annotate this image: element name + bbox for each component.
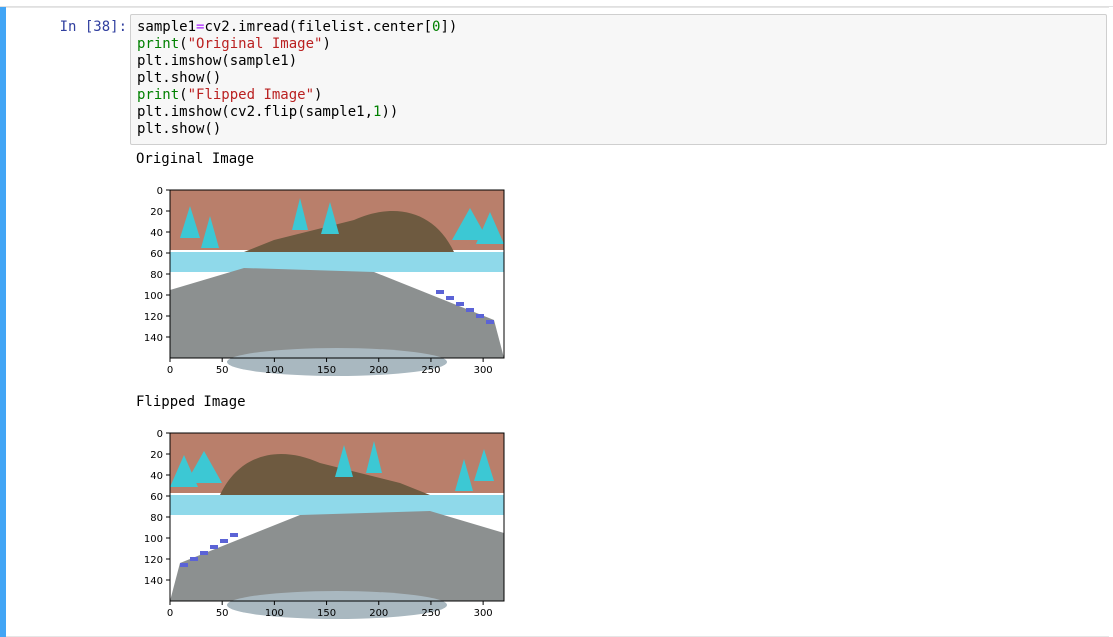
kerb-stripe [446, 296, 454, 300]
snow-band [170, 252, 504, 272]
code-token: ) [314, 87, 323, 103]
kerb-stripe [220, 539, 228, 543]
image-content [170, 190, 504, 376]
input-prompt: In [38]: [59, 19, 127, 35]
kerb-stripe [456, 302, 464, 306]
x-tick-label: 0 [167, 365, 173, 376]
code-line: plt.show() [137, 70, 457, 87]
code-line: plt.imshow(cv2.flip(sample1,1)) [137, 104, 457, 121]
x-tick-label: 0 [167, 608, 173, 619]
road-surface [170, 268, 504, 358]
code-token: ]) [440, 19, 458, 35]
x-tick-label: 200 [369, 365, 388, 376]
code-token: ( [179, 87, 188, 103]
x-tick-label: 100 [265, 608, 284, 619]
code-token: plt.show() [137, 121, 222, 137]
x-tick-label: 50 [216, 608, 229, 619]
x-tick-label: 250 [421, 365, 440, 376]
y-tick-label: 80 [150, 270, 163, 281]
code-block[interactable]: sample1=cv2.imread(filelist.center[0]) pr… [137, 19, 457, 138]
y-tick-label: 100 [144, 291, 163, 302]
y-tick-label: 60 [150, 492, 163, 503]
road-surface [170, 511, 504, 601]
code-token: print [137, 87, 180, 103]
code-token: print [137, 36, 180, 52]
code-token: ( [179, 36, 188, 52]
x-tick-label: 300 [474, 365, 493, 376]
code-line: sample1=cv2.imread(filelist.center[0]) [137, 19, 457, 36]
y-tick-label: 0 [157, 429, 163, 440]
y-tick-label: 60 [150, 249, 163, 260]
code-token: "Original Image" [187, 36, 323, 52]
kerb-stripe [180, 563, 188, 567]
y-tick-label: 80 [150, 513, 163, 524]
y-tick-label: 20 [150, 207, 163, 218]
y-tick-label: 100 [144, 534, 163, 545]
code-line: print("Flipped Image") [137, 87, 457, 104]
snow-band [170, 495, 504, 515]
kerb-stripe [436, 290, 444, 294]
code-line: print("Original Image") [137, 36, 457, 53]
code-token: cv2.imread(filelist.center[ [204, 19, 433, 35]
code-token: sample1 [137, 19, 197, 35]
car-hood [227, 348, 447, 376]
x-tick-label: 100 [265, 365, 284, 376]
car-hood [227, 591, 447, 619]
y-tick-label: 20 [150, 450, 163, 461]
y-tick-label: 140 [144, 576, 163, 587]
kerb-stripe [210, 545, 218, 549]
code-token: plt.imshow(sample1) [137, 53, 298, 69]
code-token: plt.imshow(cv2.flip(sample1, [137, 104, 374, 120]
code-line: plt.show() [137, 121, 457, 138]
code-token: )) [381, 104, 399, 120]
x-tick-label: 200 [369, 608, 388, 619]
x-tick-label: 150 [317, 608, 336, 619]
kerb-stripe [476, 314, 484, 318]
y-tick-label: 120 [144, 312, 163, 323]
kerb-stripe [200, 551, 208, 555]
kerb-stripe [190, 557, 198, 561]
image-content [170, 433, 504, 619]
x-tick-label: 300 [474, 608, 493, 619]
top-divider [0, 0, 1113, 7]
kerb-stripe [486, 320, 494, 324]
original-image-plot: 0 50 100 150 200 250 300 0 20 40 60 80 100 120 140 [144, 186, 505, 376]
y-tick-label: 120 [144, 555, 163, 566]
kerb-stripe [230, 533, 238, 537]
code-token: "Flipped Image" [187, 87, 315, 103]
y-tick-label: 140 [144, 333, 163, 344]
x-tick-label: 50 [216, 365, 229, 376]
x-tick-label: 250 [421, 608, 440, 619]
kerb-stripe [466, 308, 474, 312]
code-editor[interactable]: sample1=cv2.imread(filelist.center[0]) pr… [130, 14, 1107, 145]
code-token: plt.show() [137, 70, 222, 86]
y-tick-label: 40 [150, 228, 163, 239]
x-tick-label: 150 [317, 365, 336, 376]
flipped-image-plot: 0 50 100 150 200 250 300 0 20 40 60 80 100 120 140 [144, 429, 505, 619]
code-token: ) [322, 36, 331, 52]
output-original-label: Original Image [136, 151, 255, 167]
code-line: plt.imshow(sample1) [137, 53, 457, 70]
output-flipped-label: Flipped Image [136, 394, 246, 410]
y-tick-label: 0 [157, 186, 163, 197]
y-tick-label: 40 [150, 471, 163, 482]
selected-cell-indicator [0, 7, 6, 637]
